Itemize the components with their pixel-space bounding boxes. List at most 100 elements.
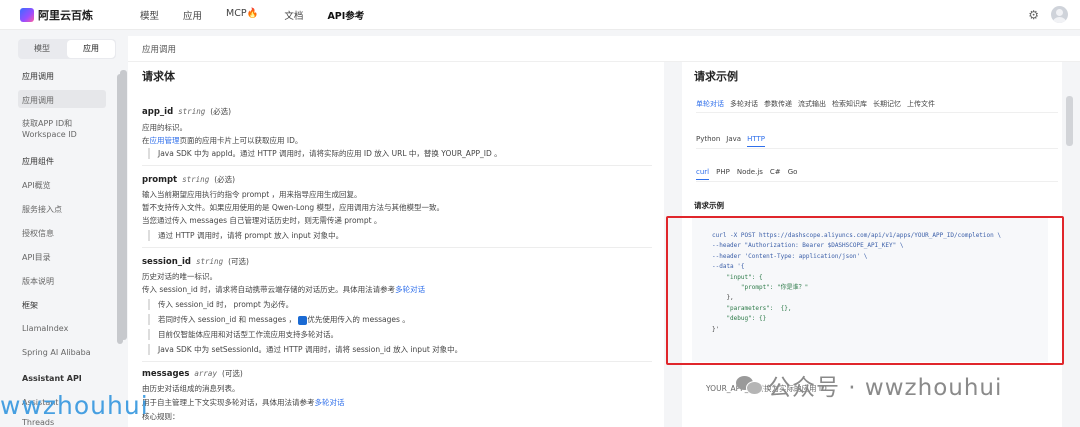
- watermark-right: 公众号 · wwzhouhui: [736, 368, 1002, 402]
- breadcrumb[interactable]: 应用调用: [142, 43, 176, 55]
- tab-http[interactable]: HTTP: [747, 135, 765, 147]
- divider: [142, 247, 652, 248]
- param-desc: 当您通过传入 messages 自己管理对话历史时，则无需传递 prompt 。: [142, 216, 382, 225]
- tab-python[interactable]: Python: [696, 135, 720, 147]
- avatar[interactable]: [1051, 6, 1068, 23]
- sidebar-item-auth[interactable]: 授权信息: [22, 228, 54, 239]
- param-note: Java SDK 中为 appId。通过 HTTP 调用时，请将实际的应用 ID…: [148, 148, 502, 159]
- tab-params[interactable]: 参数传递: [764, 99, 792, 113]
- param-note: 若同时传入 session_id 和 messages ， 优先使用传入的 me…: [148, 314, 410, 325]
- watermark-left: wwzhouhui: [0, 391, 149, 420]
- text: 传入 session_id 时，请求将自动携带云端存储的对话历史。具体用法请参考: [142, 285, 396, 294]
- param-desc-line: 在应用管理页面的应用卡片上可以获取应用 ID。: [142, 135, 302, 146]
- example-scrollbar[interactable]: [1066, 96, 1073, 146]
- sidebar-item-assistant-api[interactable]: Assistant API: [22, 374, 82, 383]
- param-app-id: app_id string (必选): [142, 106, 231, 117]
- sidebar-item-release-notes[interactable]: 版本说明: [22, 276, 54, 287]
- breadcrumb-bar: 应用调用: [128, 36, 1080, 62]
- text: 优先使用传入的 messages 。: [307, 315, 410, 324]
- tab-streaming[interactable]: 流式输出: [798, 99, 826, 113]
- sidebar-item-get-app-id[interactable]: 获取APP ID和: [22, 118, 72, 129]
- param-desc-line: 传入 session_id 时，请求将自动携带云端存储的对话历史。具体用法请参考…: [142, 284, 425, 295]
- tab-php[interactable]: PHP: [716, 168, 730, 180]
- param-type: array: [194, 369, 217, 378]
- param-note: 通过 HTTP 调用时，请将 prompt 放入 input 对象中。: [148, 230, 343, 241]
- tab-divider: [696, 148, 1058, 149]
- tab-single-turn[interactable]: 单轮对话: [696, 99, 724, 113]
- sidebar-item-workspace-id[interactable]: Workspace ID: [22, 130, 77, 139]
- param-prompt: prompt string (必选): [142, 174, 235, 185]
- sidebar-item-endpoint[interactable]: 服务接入点: [22, 204, 62, 215]
- gear-icon[interactable]: ⚙: [1028, 8, 1039, 22]
- code-label: 请求示例: [694, 201, 724, 210]
- sidebar-item-api-catalog[interactable]: API目录: [22, 252, 51, 263]
- param-type: string: [182, 175, 210, 184]
- tab-knowledge[interactable]: 检索知识库: [832, 99, 867, 113]
- nav-app[interactable]: 应用: [183, 8, 202, 22]
- tab-multi-turn[interactable]: 多轮对话: [730, 99, 758, 113]
- link-multi-turn[interactable]: 多轮对话: [395, 285, 425, 294]
- tab-java[interactable]: Java: [726, 135, 741, 147]
- param-type: string: [196, 257, 224, 266]
- sidebar: 模型 应用 应用调用 应用调用 获取APP ID和 Workspace ID 应…: [0, 30, 126, 427]
- tab-memory[interactable]: 长期记忆: [873, 99, 901, 113]
- sidebar-item-app-call[interactable]: 应用调用: [22, 95, 54, 106]
- wechat-icon: [736, 374, 763, 396]
- tab-nodejs[interactable]: Node.js: [737, 168, 763, 180]
- highlight-box: [666, 216, 1064, 365]
- param-name: messages: [142, 369, 190, 379]
- param-type: string: [178, 107, 206, 116]
- param-desc: 输入当前期望应用执行的指令 prompt ，用来指导应用生成回复。: [142, 190, 362, 199]
- param-desc-line: 用于自主管理上下文实现多轮对话，具体用法请参考多轮对话: [142, 397, 345, 408]
- doc-scrollbar[interactable]: [120, 70, 127, 340]
- tab-divider: [696, 112, 1058, 113]
- text: 用于自主管理上下文实现多轮对话，具体用法请参考: [142, 398, 315, 407]
- segment-app[interactable]: 应用: [67, 40, 115, 58]
- tab-curl[interactable]: curl: [696, 168, 710, 180]
- sidebar-item-app-components[interactable]: 应用组件: [22, 156, 54, 167]
- nav-docs[interactable]: 文档: [284, 8, 303, 22]
- param-desc: 暂不支持传入文件。如果应用使用的是 Qwen-Long 模型，应用调用方法与其他…: [142, 203, 445, 212]
- sidebar-item-frameworks[interactable]: 框架: [22, 300, 38, 311]
- sidebar-item-spring-ai[interactable]: Spring AI Alibaba: [22, 348, 91, 357]
- segment-model[interactable]: 模型: [18, 39, 66, 59]
- param-session-id: session_id string (可选): [142, 256, 249, 267]
- text: 在: [142, 136, 150, 145]
- divider: [142, 165, 652, 166]
- section-title-request-body: 请求体: [142, 70, 175, 83]
- sidebar-item-llamaindex[interactable]: LlamaIndex: [22, 324, 68, 333]
- watermark-text: 公众号 · wwzhouhui: [768, 375, 1003, 401]
- brand-name: 阿里云百炼: [38, 9, 93, 22]
- nav-mcp[interactable]: MCP🔥: [226, 8, 258, 22]
- text: 页面的应用卡片上可以获取应用 ID。: [179, 136, 303, 145]
- tab-upload[interactable]: 上传文件: [907, 99, 935, 113]
- sidebar-item-api-overview[interactable]: API概览: [22, 180, 51, 191]
- nav-model[interactable]: 模型: [140, 8, 159, 22]
- nav-api-reference[interactable]: API参考: [327, 8, 364, 22]
- param-note: 目前仅智能体应用和对话型工作流应用支持多轮对话。: [148, 329, 338, 340]
- top-right-tools: ⚙: [1028, 6, 1068, 23]
- top-bar: 阿里云百炼 模型 应用 MCP🔥 文档 API参考 ⚙: [0, 0, 1080, 30]
- tab-csharp[interactable]: C#: [770, 168, 781, 180]
- param-name: app_id: [142, 107, 174, 117]
- sidebar-segment-switch: 模型 应用: [18, 39, 116, 59]
- brand-logo[interactable]: 阿里云百炼: [20, 7, 93, 23]
- link-app-management[interactable]: 应用管理: [150, 136, 180, 145]
- param-required: (可选): [221, 369, 243, 378]
- language-tabs: Python Java HTTP: [696, 135, 765, 147]
- top-nav: 模型 应用 MCP🔥 文档 API参考: [140, 8, 364, 22]
- param-desc: 历史对话的唯一标识。: [142, 272, 217, 281]
- tab-go[interactable]: Go: [788, 168, 798, 180]
- bailian-logo-icon: [20, 8, 34, 22]
- param-name: session_id: [142, 257, 191, 267]
- scenario-tabs: 单轮对话 多轮对话 参数传递 流式输出 检索知识库 长期记忆 上传文件: [696, 99, 935, 113]
- param-note: Java SDK 中为 setSessionId。通过 HTTP 调用时，请将 …: [148, 344, 462, 355]
- link-multi-turn[interactable]: 多轮对话: [315, 398, 345, 407]
- param-desc: 应用的标识。: [142, 123, 187, 132]
- sidebar-item-app-call-section[interactable]: 应用调用: [22, 71, 54, 82]
- text: 若同时传入 session_id 和 messages ，: [158, 315, 297, 324]
- tab-divider: [696, 181, 1058, 182]
- client-tabs: curl PHP Node.js C# Go: [696, 168, 797, 180]
- divider: [142, 361, 652, 362]
- example-title: 请求示例: [694, 70, 738, 83]
